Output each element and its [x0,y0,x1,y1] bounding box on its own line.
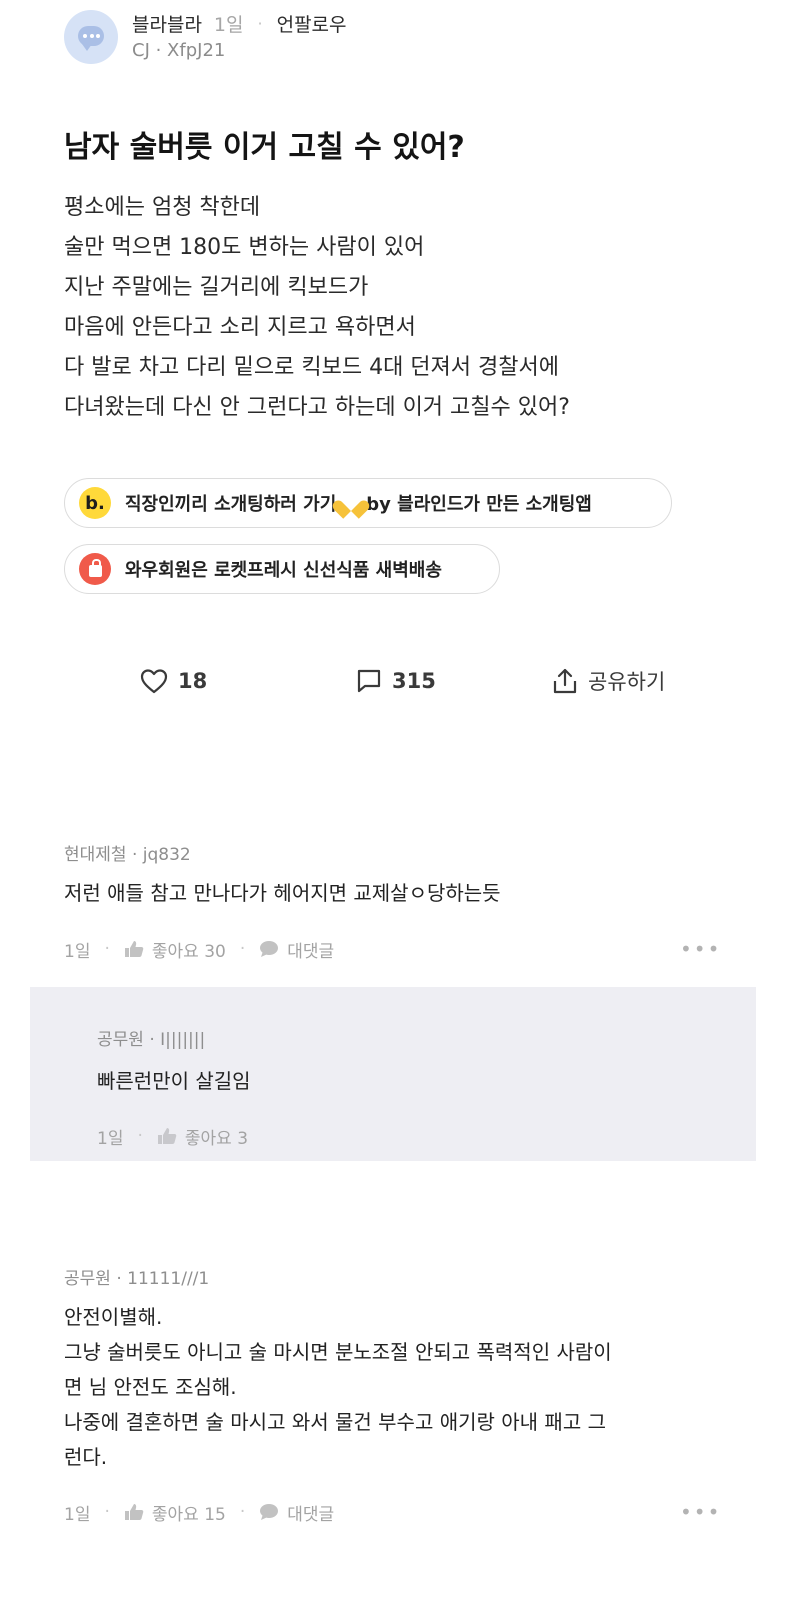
reply-like-button[interactable]: 좋아요 3 [157,1124,248,1149]
post-body-line: 다녀왔는데 다신 안 그런다고 하는데 이거 고칠수 있어? [64,395,570,420]
post-body: 평소에는 엄청 착한데 술만 먹으면 180도 변하는 사람이 있어 지난 주말… [64,188,570,428]
ad-text: 직장인끼리 소개팅하러 가기 [125,494,337,515]
comment-footer: 1일 · 좋아요 30 · 대댓글 [64,937,334,962]
comment-text: 저런 애들 참고 만나다가 헤어지면 교제살ㅇ당하는듯 [64,876,501,911]
post-body-line: 술만 먹으면 180도 변하는 사람이 있어 [64,235,425,260]
comment-icon [357,669,381,693]
ad-text: 와우회원은 로켓프레시 신선식품 새벽배송 [125,560,442,581]
comment-line: 저런 애들 참고 만나다가 헤어지면 교제살ㅇ당하는듯 [64,881,501,905]
author-name[interactable]: 블라블라 [132,10,202,37]
comment-line: 그냥 술버릇도 아니고 술 마시면 분노조절 안되고 폭력적인 사람이 [64,1340,612,1364]
thumbs-up-icon [157,1128,177,1144]
comment-like-count: 좋아요 15 [151,1504,226,1525]
heart-icon [140,669,168,694]
reply-text: 빠른런만이 살길임 [97,1064,251,1099]
author-avatar[interactable] [64,10,118,64]
comment-count: 315 [392,669,436,693]
more-options-icon[interactable]: ••• [680,937,721,961]
comment-line: 런다. [64,1445,108,1469]
shopping-bag-icon [79,553,111,585]
blind-dating-ad[interactable]: b. 직장인끼리 소개팅하러 가기 by 블라인드가 만든 소개팅앱 [64,478,672,528]
comment-line: 면 님 안전도 조심해. [64,1375,237,1399]
reply-author[interactable]: 공무원 · I||||||| [97,1025,205,1050]
separator: · [257,14,263,33]
reply-time: 1일 [97,1128,124,1149]
comment-like-button[interactable]: 좋아요 15 [124,1500,226,1525]
reply-button[interactable]: 대댓글 [259,1500,334,1525]
reply-button[interactable]: 대댓글 [259,937,334,962]
coupang-ad[interactable]: 와우회원은 로켓프레시 신선식품 새벽배송 [64,544,500,594]
reply-label: 대댓글 [287,941,335,962]
comment-author[interactable]: 공무원 · 11111///1 [64,1264,209,1289]
post-header: 블라블라 1일 · 언팔로우 [132,10,347,37]
reply-like-count: 좋아요 3 [184,1128,249,1149]
share-label: 공유하기 [588,670,666,694]
author-company: CJ · XfpJ21 [132,40,226,61]
comment-line: 안전이별해. [64,1305,163,1329]
more-options-icon[interactable]: ••• [680,1500,721,1524]
comment-footer: 1일 · 좋아요 15 · 대댓글 [64,1500,334,1525]
share-button[interactable]: 공유하기 [552,664,665,698]
comment-line: 나중에 결혼하면 술 마시고 와서 물건 부수고 애기랑 아내 패고 그 [64,1410,606,1434]
ad-text-suffix: by 블라인드가 만든 소개팅앱 [366,494,592,515]
comment-author[interactable]: 현대제철 · jq832 [64,840,191,865]
comment-time: 1일 [64,1504,91,1525]
blind-logo-icon: b. [79,487,111,519]
yellow-heart-icon [340,493,362,513]
comment-like-button[interactable]: 좋아요 30 [124,937,226,962]
like-button[interactable]: 18 [140,664,207,698]
post-body-line: 다 발로 차고 다리 밑으로 킥보드 4대 던져서 경찰서에 [64,355,559,380]
board-name[interactable]: 언팔로우 [277,10,347,37]
thumbs-up-icon [124,1504,144,1520]
reply-bubble-icon [260,1504,279,1520]
reply-footer: 1일 · 좋아요 3 [97,1124,248,1149]
post-body-line: 지난 주말에는 길거리에 킥보드가 [64,275,369,300]
comment-button[interactable]: 315 [356,664,436,698]
post-title: 남자 술버릇 이거 고칠 수 있어? [64,130,465,165]
post-body-line: 평소에는 엄청 착한데 [64,195,261,220]
avatar-dots [83,34,100,38]
comment-time: 1일 [64,941,91,962]
reply-label: 대댓글 [287,1504,335,1525]
like-count: 18 [178,669,208,693]
reply-bubble-icon [260,941,279,957]
comment-text: 안전이별해. 그냥 술버릇도 아니고 술 마시면 분노조절 안되고 폭력적인 사… [64,1300,612,1475]
reply-line: 빠른런만이 살길임 [97,1069,251,1093]
thumbs-up-icon [124,941,144,957]
comment-like-count: 좋아요 30 [151,941,226,962]
post-time: 1일 [213,14,244,36]
share-icon [553,668,577,694]
post-body-line: 마음에 안든다고 소리 지르고 욕하면서 [64,315,416,340]
